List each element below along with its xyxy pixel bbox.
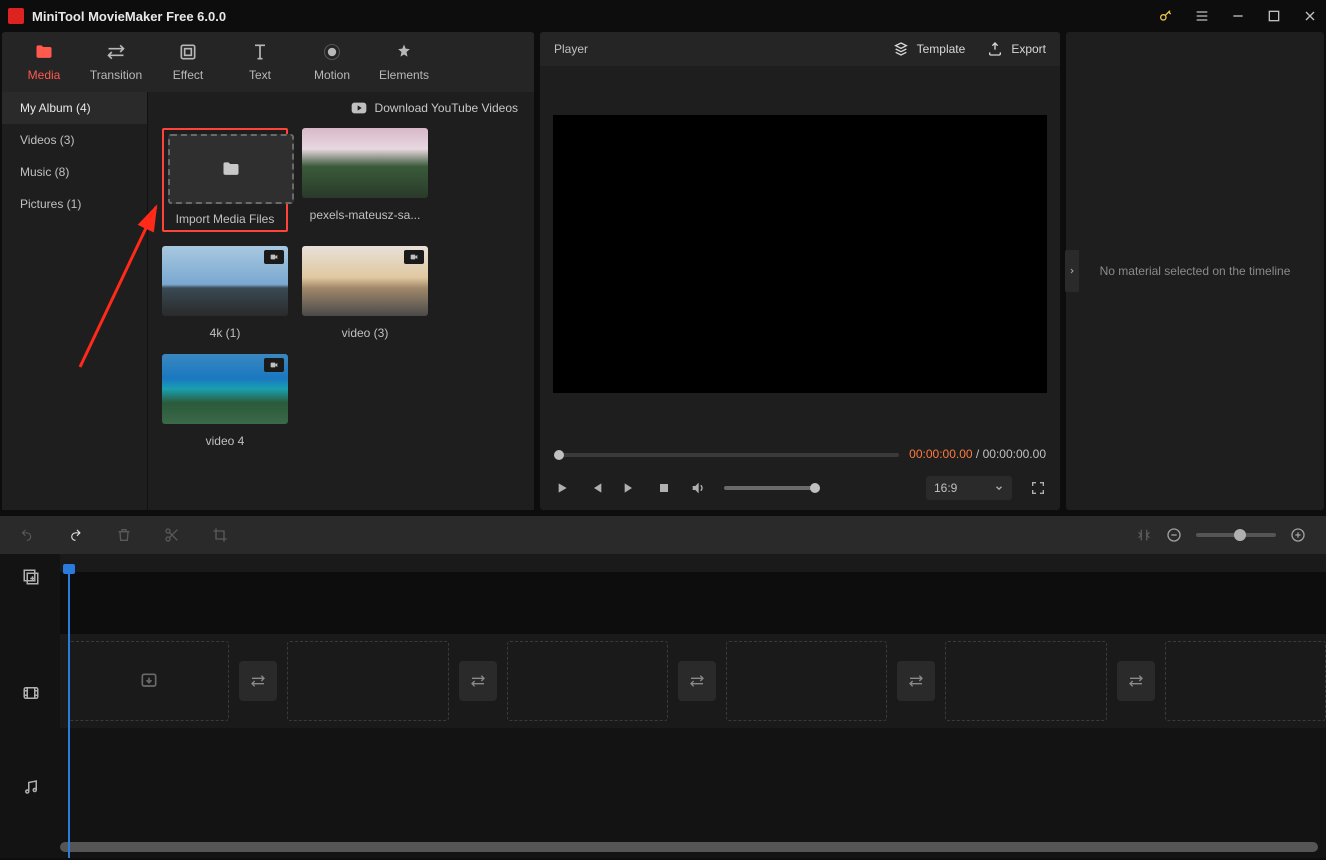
properties-panel: No material selected on the timeline — [1066, 32, 1324, 510]
audio-track[interactable] — [60, 728, 1326, 822]
timeline-toolbar — [0, 516, 1326, 554]
playback-progress[interactable] — [554, 453, 899, 457]
minimize-button[interactable] — [1230, 8, 1246, 24]
fit-timeline-button[interactable] — [1136, 527, 1152, 543]
video-track-icon — [22, 684, 40, 702]
volume-slider[interactable] — [724, 486, 820, 490]
close-button[interactable] — [1302, 8, 1318, 24]
playhead[interactable] — [68, 568, 70, 858]
timecode: 00:00:00.00 / 00:00:00.00 — [909, 447, 1046, 462]
timeline-ruler[interactable] — [60, 554, 1326, 572]
player-panel: Player Template Export 00:00:00.00 / 00:… — [540, 32, 1060, 510]
play-button[interactable] — [554, 480, 570, 496]
media-thumb-1[interactable]: pexels-mateusz-sa... — [302, 128, 428, 232]
properties-empty-message: No material selected on the timeline — [1100, 264, 1291, 278]
titlebar: MiniTool MovieMaker Free 6.0.0 — [0, 0, 1326, 32]
media-sidebar: My Album (4) Videos (3) Music (8) Pictur… — [2, 92, 148, 510]
drop-clip-icon — [139, 671, 159, 691]
preview-canvas — [553, 115, 1047, 393]
transition-slot[interactable] — [678, 661, 716, 701]
sidebar-item-myalbum[interactable]: My Album (4) — [2, 92, 147, 124]
sidebar-item-music[interactable]: Music (8) — [2, 156, 147, 188]
aspect-ratio-select[interactable]: 16:9 — [926, 476, 1012, 500]
timeline — [0, 554, 1326, 858]
menu-icon[interactable] — [1194, 8, 1210, 24]
sidebar-item-videos[interactable]: Videos (3) — [2, 124, 147, 156]
fullscreen-button[interactable] — [1030, 480, 1046, 496]
tab-text[interactable]: Text — [224, 32, 296, 92]
video-badge-icon — [404, 250, 424, 264]
zoom-slider[interactable] — [1196, 533, 1276, 537]
transition-slot[interactable] — [459, 661, 497, 701]
youtube-download-icon — [351, 102, 367, 114]
clip-drop-slot[interactable] — [945, 641, 1106, 721]
app-title: MiniTool MovieMaker Free 6.0.0 — [32, 9, 226, 24]
audio-track-icon — [22, 778, 40, 796]
download-youtube-link[interactable]: Download YouTube Videos — [375, 101, 518, 115]
export-button[interactable]: Export — [987, 41, 1046, 57]
template-button[interactable]: Template — [893, 41, 966, 57]
chevron-down-icon — [994, 483, 1004, 493]
media-panel: Media Transition Effect Text Motion Elem… — [2, 32, 534, 510]
overlay-track[interactable] — [60, 572, 1326, 634]
video-badge-icon — [264, 250, 284, 264]
volume-button[interactable] — [690, 480, 706, 496]
app-logo-icon — [8, 8, 24, 24]
player-title: Player — [554, 42, 588, 56]
clip-drop-slot[interactable] — [1165, 641, 1326, 721]
undo-button[interactable] — [20, 527, 36, 543]
panel-expand-toggle[interactable] — [1065, 250, 1079, 292]
tab-motion[interactable]: Motion — [296, 32, 368, 92]
split-button[interactable] — [164, 527, 180, 543]
clip-drop-slot[interactable] — [287, 641, 448, 721]
crop-button[interactable] — [212, 527, 228, 543]
video-track[interactable] — [60, 634, 1326, 728]
media-thumb-3[interactable]: video (3) — [302, 246, 428, 340]
delete-button[interactable] — [116, 527, 132, 543]
transition-slot[interactable] — [239, 661, 277, 701]
clip-drop-slot[interactable] — [68, 641, 229, 721]
prev-frame-button[interactable] — [588, 480, 604, 496]
folder-icon — [220, 159, 242, 179]
main-tabs: Media Transition Effect Text Motion Elem… — [2, 32, 534, 92]
zoom-in-button[interactable] — [1290, 527, 1306, 543]
transition-slot[interactable] — [897, 661, 935, 701]
clip-drop-slot[interactable] — [507, 641, 668, 721]
redo-button[interactable] — [68, 527, 84, 543]
import-media-button[interactable]: Import Media Files — [162, 128, 288, 232]
transition-slot[interactable] — [1117, 661, 1155, 701]
sidebar-item-pictures[interactable]: Pictures (1) — [2, 188, 147, 220]
tab-media[interactable]: Media — [8, 32, 80, 92]
tab-elements[interactable]: Elements — [368, 32, 440, 92]
add-track-button[interactable] — [22, 568, 40, 586]
maximize-button[interactable] — [1266, 8, 1282, 24]
stop-button[interactable] — [656, 480, 672, 496]
media-thumb-4[interactable]: video 4 — [162, 354, 288, 448]
media-thumb-2[interactable]: 4k (1) — [162, 246, 288, 340]
timeline-scrollbar[interactable] — [60, 842, 1318, 852]
video-badge-icon — [264, 358, 284, 372]
zoom-out-button[interactable] — [1166, 527, 1182, 543]
tab-effect[interactable]: Effect — [152, 32, 224, 92]
next-frame-button[interactable] — [622, 480, 638, 496]
tab-transition[interactable]: Transition — [80, 32, 152, 92]
clip-drop-slot[interactable] — [726, 641, 887, 721]
media-thumbnail-grid: Import Media Files pexels-mateusz-sa... … — [148, 124, 534, 452]
upgrade-key-icon[interactable] — [1158, 8, 1174, 24]
